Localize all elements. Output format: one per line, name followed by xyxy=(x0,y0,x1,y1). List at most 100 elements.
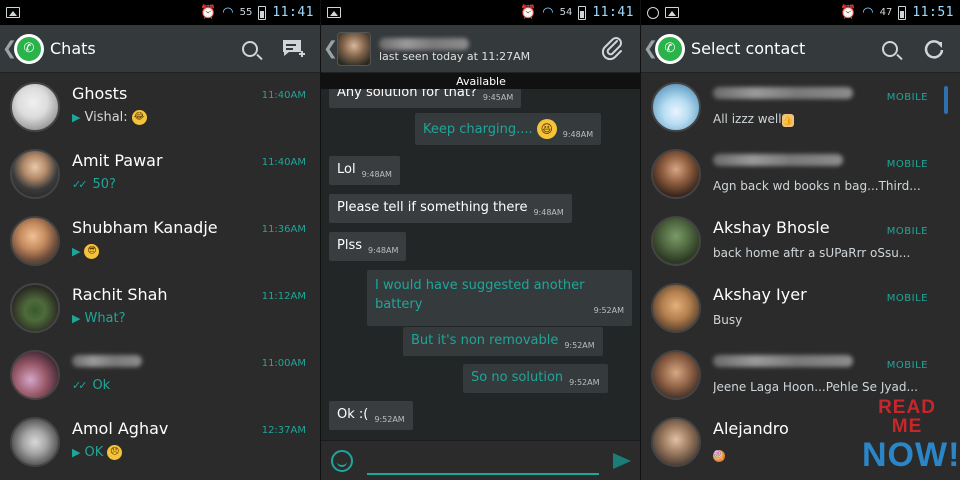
avatar[interactable] xyxy=(10,416,60,467)
wifi-icon: ◠ xyxy=(862,5,874,20)
contact-status: 🍭 xyxy=(713,447,725,462)
list-item[interactable]: Rachit Shah 11:12AM ▶ What? xyxy=(0,274,320,341)
list-item[interactable]: 11:00AM ✓✓ Ok xyxy=(0,341,320,408)
wifi-icon: ◠ xyxy=(542,5,554,20)
message-bubble[interactable]: Plss 9:48AM xyxy=(329,232,407,261)
search-icon xyxy=(882,40,898,57)
avatar[interactable] xyxy=(337,31,371,66)
avatar[interactable] xyxy=(10,148,60,199)
chat-time: 11:00AM xyxy=(261,357,306,369)
avatar[interactable] xyxy=(651,81,701,132)
alarm-icon: ⏰ xyxy=(200,5,217,20)
chat-name-blurred xyxy=(72,352,142,371)
search-button[interactable] xyxy=(232,31,268,67)
disappointed-emoji-icon: 😞 xyxy=(107,444,123,460)
message-bubble[interactable]: But it's non removable 9:52AM xyxy=(403,327,603,356)
avatar[interactable] xyxy=(651,148,701,199)
availability-toast: Available xyxy=(321,73,640,89)
message-time: 9:52AM xyxy=(564,341,595,350)
chats-panel: ⏰ ◠ 55 11:41 ❮ ✆ Chats Ghosts 11:40AM ▶ … xyxy=(0,0,320,480)
sunglasses-emoji-icon: 😎 xyxy=(84,243,100,259)
contact-info[interactable]: last seen today at 11:27AM xyxy=(379,35,598,63)
avatar[interactable] xyxy=(651,215,701,266)
last-seen: last seen today at 11:27AM xyxy=(379,49,531,63)
status-bar: ⏰ ◠ 54 11:41 xyxy=(321,0,640,25)
grinning-emoji-icon: 😆 xyxy=(536,119,557,139)
chat-preview: ▶ 😎 xyxy=(72,243,100,259)
list-item[interactable]: Amol Aghav 12:37AM ▶ OK 😞 xyxy=(0,408,320,475)
chat-list: Ghosts 11:40AM ▶ Vishal: 😂 Amit Pawar 11… xyxy=(0,73,320,475)
message-bubble[interactable]: Lol 9:48AM xyxy=(329,156,400,185)
scrollbar-thumb[interactable] xyxy=(944,86,948,114)
conversation-panel: ⏰ ◠ 54 11:41 ❮ last seen today at 11:27A… xyxy=(320,0,640,480)
list-item[interactable]: Amit Pawar 11:40AM ✓✓ 50? xyxy=(0,140,320,207)
avatar[interactable] xyxy=(651,416,701,467)
battery-level: 47 xyxy=(879,7,893,18)
chat-name: Ghosts xyxy=(72,83,128,103)
battery-level: 54 xyxy=(559,7,573,18)
contact-item[interactable]: MOBILE Agn back wd books n bag...Third..… xyxy=(641,140,960,207)
contact-item[interactable]: MOBILE All izzz well👍 xyxy=(641,73,960,140)
message-input[interactable] xyxy=(367,455,599,475)
page-title: Chats xyxy=(50,39,96,58)
new-chat-icon xyxy=(283,39,305,57)
message-time: 9:48AM xyxy=(533,208,564,217)
contact-item[interactable]: Akshay Iyer MOBILE Busy xyxy=(641,274,960,341)
refresh-icon xyxy=(924,39,944,59)
attach-button[interactable] xyxy=(598,34,628,64)
status-bar: ⏰ ◠ 55 11:41 xyxy=(0,0,320,25)
contact-name: Akshay Bhosle xyxy=(713,217,830,237)
double-check-icon: ✓✓ xyxy=(72,378,88,392)
avatar[interactable] xyxy=(651,349,701,400)
message-list: Available Any solution for that? 9:45AM K… xyxy=(321,73,640,480)
message-bubble[interactable]: So no solution 9:52AM xyxy=(463,364,608,393)
battery-icon xyxy=(258,5,267,20)
select-contact-panel: ⏰ ◠ 47 11:51 ❮ ✆ Select contact MOBILE A… xyxy=(640,0,960,480)
chat-name: Shubham Kanadje xyxy=(72,217,218,237)
battery-icon xyxy=(578,5,587,20)
avatar[interactable] xyxy=(10,349,60,400)
message-bubble[interactable]: Keep charging.... 😆 9:48AM xyxy=(415,113,602,145)
avatar[interactable] xyxy=(10,282,60,333)
refresh-button[interactable] xyxy=(916,31,952,67)
emoji-picker-icon[interactable] xyxy=(331,449,353,472)
gallery-notification-icon xyxy=(327,7,341,18)
chat-time: 12:37AM xyxy=(261,424,306,436)
whatsapp-notification-icon xyxy=(647,6,659,19)
avatar[interactable] xyxy=(10,81,60,132)
mobile-label: MOBILE xyxy=(886,158,928,170)
mobile-label: MOBILE xyxy=(886,225,928,237)
wifi-icon: ◠ xyxy=(222,5,234,20)
chat-preview: ▶ What? xyxy=(72,310,126,326)
laughing-emoji-icon: 😂 xyxy=(131,109,147,125)
new-chat-button[interactable] xyxy=(276,31,312,67)
message-bubble[interactable]: I would have suggested another battery 9… xyxy=(367,270,632,326)
double-check-icon: ✓✓ xyxy=(72,177,88,191)
back-chevron-icon[interactable]: ❮ xyxy=(323,38,338,59)
message-time: 9:48AM xyxy=(368,246,399,255)
chat-preview: ▶ OK 😞 xyxy=(72,444,123,460)
search-button[interactable] xyxy=(872,31,908,67)
list-item[interactable]: Ghosts 11:40AM ▶ Vishal: 😂 xyxy=(0,73,320,140)
message-bubble[interactable]: Ok :(9:52AM xyxy=(329,401,413,430)
conversation-action-bar: ❮ last seen today at 11:27AM xyxy=(321,25,640,73)
chat-name: Amol Aghav xyxy=(72,418,169,438)
contact-name-blurred xyxy=(713,151,843,170)
avatar[interactable] xyxy=(651,282,701,333)
list-item[interactable]: Shubham Kanadje 11:36AM ▶ 😎 xyxy=(0,207,320,274)
back-chevron-icon[interactable]: ❮ xyxy=(643,38,658,59)
avatar[interactable] xyxy=(10,215,60,266)
whatsapp-logo-icon[interactable]: ✆ xyxy=(14,33,44,64)
gallery-notification-icon xyxy=(665,7,679,18)
composer xyxy=(321,440,640,480)
contact-item[interactable]: Akshay Bhosle MOBILE back home aftr a sU… xyxy=(641,207,960,274)
mobile-label: MOBILE xyxy=(886,359,928,371)
alarm-icon: ⏰ xyxy=(520,5,537,20)
back-chevron-icon[interactable]: ❮ xyxy=(2,38,17,59)
contact-status: back home aftr a sUPaRrr oSsu... xyxy=(713,245,911,260)
send-icon[interactable] xyxy=(613,452,631,469)
whatsapp-logo-icon[interactable]: ✆ xyxy=(655,33,685,64)
chat-time: 11:12AM xyxy=(261,290,306,302)
message-bubble[interactable]: Please tell if something there 9:48AM xyxy=(329,194,572,223)
message-time: 9:45AM xyxy=(482,93,514,102)
